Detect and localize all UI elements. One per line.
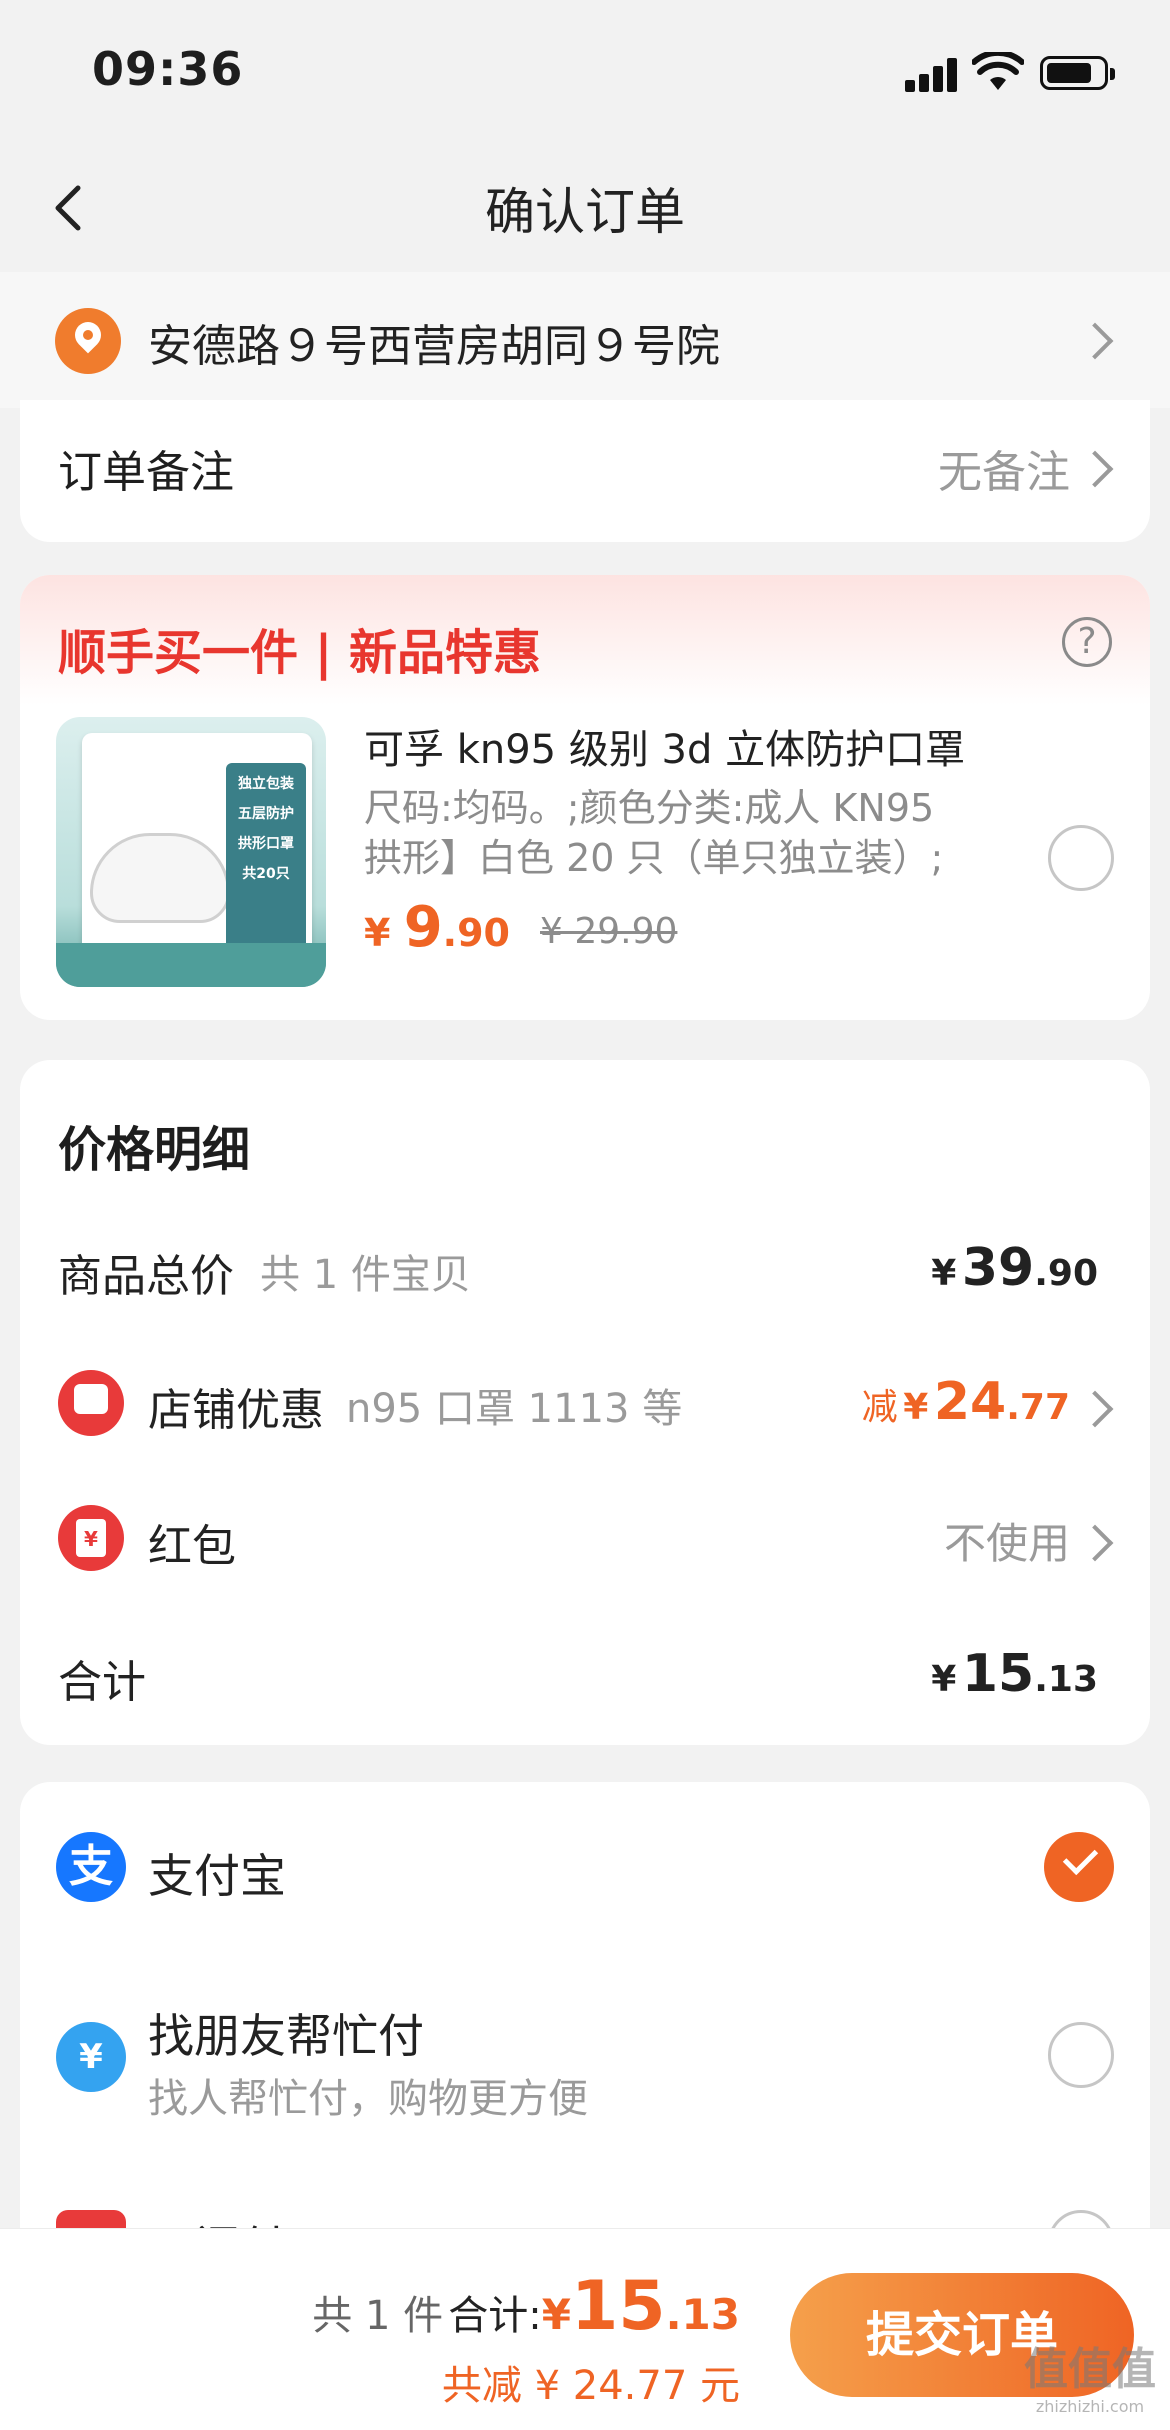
red-packet-icon-glyph: ¥ bbox=[76, 1519, 106, 1557]
goods-count: 共 1 件宝贝 bbox=[260, 1252, 471, 1298]
currency: ¥ bbox=[931, 1659, 957, 1700]
store-icon bbox=[58, 1370, 124, 1436]
page-title: 确认订单 bbox=[485, 183, 685, 241]
store-discount-amount[interactable]: 减 ¥ 24.77 bbox=[862, 1372, 1070, 1432]
remark-value: 无备注 bbox=[938, 447, 1070, 498]
product-spec-line: 尺码:均码。;颜色分类:成人 KN95 bbox=[364, 786, 935, 830]
friend-pay-radio[interactable] bbox=[1048, 2022, 1114, 2088]
total-saved: 共减 ¥ 24.77 元 bbox=[441, 2363, 740, 2409]
promo-title: 顺手买一件 | 新品特惠 bbox=[58, 625, 541, 681]
amount-integer: 15 bbox=[570, 2267, 666, 2346]
product-spec: 尺码:均码。;颜色分类:成人 KN95 拱形】白色 20 只（单只独立装）; bbox=[364, 783, 1014, 883]
payment-option-alipay[interactable]: 支付宝 bbox=[148, 1840, 286, 1906]
product-spec-line: 拱形】白色 20 只（单只独立装）; bbox=[364, 836, 944, 880]
total-amount: ¥ 15.13 bbox=[931, 1644, 1098, 1704]
red-packet-icon: ¥ bbox=[58, 1505, 124, 1571]
amount-decimal: .13 bbox=[665, 2290, 740, 2339]
amount-integer: 15 bbox=[961, 1644, 1035, 1704]
promo-card: 顺手买一件 | 新品特惠 ? 独立包装 五层防护 拱形口罩 共20只 可孚 kn… bbox=[20, 575, 1150, 1020]
order-remark-row[interactable]: 订单备注 无备注 bbox=[20, 400, 1150, 542]
original-price: ¥ 29.90 bbox=[540, 911, 678, 952]
amount-integer: 24 bbox=[933, 1372, 1007, 1432]
watermark-url: zhizhizhi.com bbox=[1035, 2397, 1145, 2416]
red-packet-label[interactable]: 红包 bbox=[148, 1510, 236, 1574]
bottom-bar: 共 1 件 合计:¥15.13 共减 ¥ 24.77 元 提交订单 bbox=[0, 2228, 1170, 2430]
selected-check-icon[interactable] bbox=[1044, 1832, 1114, 1902]
help-icon[interactable]: ? bbox=[1062, 617, 1112, 667]
amount-integer: 39 bbox=[961, 1238, 1035, 1298]
signal-icon bbox=[905, 58, 957, 92]
store-discount-detail: n95 口罩 1113 等 bbox=[346, 1386, 683, 1432]
goods-total-amount: ¥ 39.90 bbox=[931, 1238, 1098, 1298]
friend-pay-description: 找人帮忙付，购物更方便 bbox=[148, 2076, 588, 2122]
price-decimal: .90 bbox=[442, 911, 510, 955]
promo-add-radio[interactable] bbox=[1048, 825, 1114, 891]
price-integer: 9 bbox=[403, 895, 443, 960]
price-currency: ¥ bbox=[364, 911, 391, 955]
amount-decimal: .77 bbox=[1006, 1387, 1070, 1428]
package-label: 独立包装 五层防护 拱形口罩 共20只 bbox=[226, 763, 306, 963]
chevron-right-icon bbox=[1076, 450, 1114, 488]
wifi-icon bbox=[972, 52, 1024, 90]
price-detail-card: 价格明细 商品总价 共 1 件宝贝 ¥ 39.90 店铺优惠 n95 口罩 11… bbox=[20, 1060, 1150, 1745]
price-detail-title: 价格明细 bbox=[58, 1122, 251, 1178]
chevron-right-icon bbox=[1076, 1524, 1114, 1562]
thumb-base bbox=[56, 943, 326, 987]
watermark-title: 值值值 bbox=[1024, 2344, 1156, 2395]
item-count: 共 1 件 bbox=[312, 2293, 444, 2339]
payment-option-friend[interactable]: 找朋友帮忙付 bbox=[148, 2000, 424, 2066]
discount-prefix: 减 bbox=[861, 1387, 898, 1428]
total-label: 合计: bbox=[448, 2293, 542, 2339]
currency: ¥ bbox=[931, 1253, 957, 1294]
status-bar: 09:36 bbox=[0, 0, 1170, 150]
product-package-image: 独立包装 五层防护 拱形口罩 共20只 bbox=[82, 733, 312, 963]
bottom-total-amount: ¥15.13 bbox=[542, 2267, 740, 2346]
amount-decimal: .13 bbox=[1034, 1659, 1098, 1700]
chevron-right-icon bbox=[1076, 322, 1114, 360]
product-thumbnail[interactable]: 独立包装 五层防护 拱形口罩 共20只 bbox=[56, 717, 326, 987]
mask-illustration bbox=[90, 833, 230, 923]
product-price: ¥ 9.90 bbox=[364, 895, 510, 960]
thumb-text-1: 独立包装 bbox=[238, 776, 294, 792]
store-discount-label[interactable]: 店铺优惠 bbox=[148, 1374, 324, 1438]
thumb-text-3: 拱形口罩 bbox=[238, 836, 294, 852]
status-time: 09:36 bbox=[92, 42, 244, 96]
amount-decimal: .90 bbox=[1034, 1253, 1098, 1294]
product-name[interactable]: 可孚 kn95 级别 3d 立体防护口罩 bbox=[364, 717, 965, 775]
red-packet-value[interactable]: 不使用 bbox=[944, 1510, 1070, 1571]
thumb-text-4: 共20只 bbox=[242, 866, 290, 882]
thumb-text-2: 五层防护 bbox=[238, 806, 294, 822]
goods-total-label: 商品总价 bbox=[58, 1251, 234, 1302]
chevron-right-icon bbox=[1076, 1390, 1114, 1428]
watermark-logo: 值值值 zhizhizhi.com bbox=[1024, 2333, 1156, 2416]
currency: ¥ bbox=[541, 2290, 571, 2339]
currency: ¥ bbox=[903, 1387, 929, 1428]
total-label: 合计 bbox=[58, 1657, 146, 1708]
battery-icon bbox=[1040, 56, 1115, 90]
address-bar[interactable]: 安德路９号西营房胡同９号院 bbox=[0, 272, 1170, 408]
alipay-icon: 支 bbox=[56, 1832, 126, 1902]
bottom-total: 共 1 件 合计:¥15.13 bbox=[312, 2267, 740, 2346]
remark-label: 订单备注 bbox=[58, 447, 234, 498]
address-text: 安德路９号西营房胡同９号院 bbox=[148, 321, 720, 372]
friend-pay-icon: ¥ bbox=[56, 2022, 126, 2092]
location-pin-icon bbox=[55, 308, 121, 374]
